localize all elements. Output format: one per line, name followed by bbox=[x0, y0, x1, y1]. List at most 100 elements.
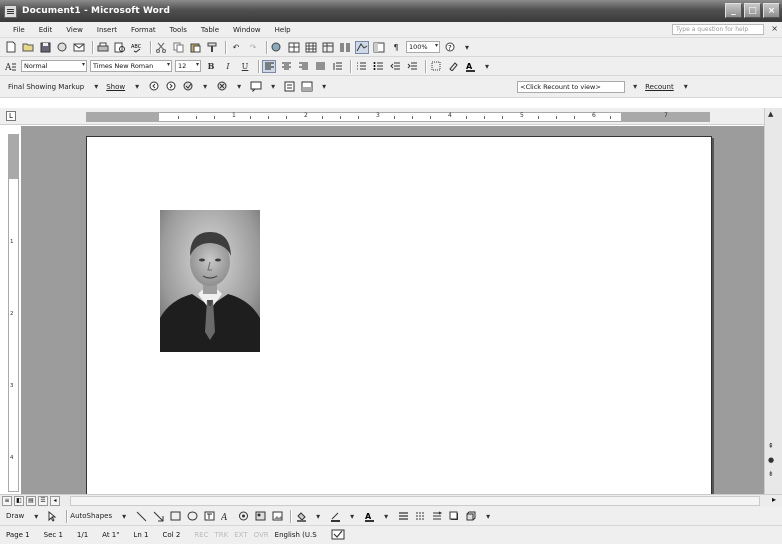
insert-excel-icon[interactable] bbox=[321, 41, 335, 54]
insert-comment-icon[interactable] bbox=[249, 80, 263, 93]
underline-icon[interactable]: U bbox=[238, 60, 252, 73]
autoshapes-menu[interactable]: AutoShapes bbox=[70, 512, 112, 520]
toolbar-options-icon[interactable]: ▾ bbox=[317, 80, 331, 93]
permission-icon[interactable] bbox=[55, 41, 69, 54]
document-page[interactable] bbox=[86, 136, 712, 494]
email-icon[interactable] bbox=[72, 41, 86, 54]
save-icon[interactable] bbox=[38, 41, 52, 54]
chevron-down-icon[interactable]: ▾ bbox=[345, 510, 359, 523]
status-language[interactable]: English (U.S bbox=[275, 531, 317, 539]
recount-button[interactable]: Recount bbox=[645, 83, 674, 91]
dash-style-icon[interactable] bbox=[413, 510, 427, 523]
format-painter-icon[interactable] bbox=[205, 41, 219, 54]
menu-window[interactable]: Window bbox=[226, 26, 268, 34]
open-folder-icon[interactable] bbox=[21, 41, 35, 54]
maximize-button[interactable]: □ bbox=[744, 3, 761, 18]
justify-icon[interactable] bbox=[313, 60, 327, 73]
font-color-icon[interactable]: A bbox=[362, 510, 376, 523]
menu-edit[interactable]: Edit bbox=[32, 26, 60, 34]
line-spacing-icon[interactable] bbox=[330, 60, 344, 73]
menu-table[interactable]: Table bbox=[194, 26, 226, 34]
text-box-icon[interactable] bbox=[202, 510, 216, 523]
menu-view[interactable]: View bbox=[59, 26, 90, 34]
cut-icon[interactable] bbox=[154, 41, 168, 54]
insert-table-icon[interactable] bbox=[304, 41, 318, 54]
select-browse-object-icon[interactable]: ● bbox=[768, 456, 774, 464]
status-rec[interactable]: REC bbox=[194, 531, 208, 539]
print-layout-view-icon[interactable]: ▤ bbox=[26, 496, 36, 506]
hyperlink-icon[interactable] bbox=[270, 41, 284, 54]
diagram-icon[interactable] bbox=[236, 510, 250, 523]
line-style-icon[interactable] bbox=[396, 510, 410, 523]
help-icon[interactable]: ? bbox=[443, 41, 457, 54]
close-document-icon[interactable]: × bbox=[771, 24, 778, 33]
bold-icon[interactable]: B bbox=[204, 60, 218, 73]
chevron-down-icon[interactable]: ▾ bbox=[311, 510, 325, 523]
align-left-icon[interactable] bbox=[262, 59, 276, 73]
fill-color-icon[interactable] bbox=[294, 510, 308, 523]
spelling-icon[interactable]: ABC bbox=[130, 41, 144, 54]
decrease-indent-icon[interactable] bbox=[388, 60, 402, 73]
italic-icon[interactable]: I bbox=[221, 60, 235, 73]
align-right-icon[interactable] bbox=[296, 60, 310, 73]
redo-icon[interactable]: ↷ bbox=[246, 41, 260, 54]
rectangle-icon[interactable] bbox=[168, 510, 182, 523]
wordart-icon[interactable]: A bbox=[219, 510, 233, 523]
shadow-style-icon[interactable] bbox=[447, 510, 461, 523]
chevron-down-icon[interactable]: ▾ bbox=[628, 80, 642, 93]
menu-insert[interactable]: Insert bbox=[90, 26, 124, 34]
portrait-photo[interactable] bbox=[160, 210, 260, 352]
accept-change-icon[interactable] bbox=[181, 80, 195, 93]
zoom-select[interactable]: 100% ▾ bbox=[406, 41, 440, 53]
vertical-ruler[interactable]: 1 2 3 4 bbox=[8, 134, 19, 492]
show-hide-icon[interactable]: ¶ bbox=[389, 41, 403, 54]
tables-borders-icon[interactable] bbox=[287, 41, 301, 54]
previous-page-icon[interactable]: ⇞ bbox=[768, 442, 774, 450]
toolbar-options-icon[interactable]: ▾ bbox=[481, 510, 495, 523]
font-size-select[interactable]: 12 ▾ bbox=[175, 60, 201, 72]
print-icon[interactable] bbox=[96, 41, 110, 54]
print-preview-icon[interactable] bbox=[113, 41, 127, 54]
chevron-down-icon[interactable]: ▾ bbox=[29, 510, 43, 523]
recount-field[interactable]: <Click Recount to view> bbox=[517, 80, 626, 93]
menu-file[interactable]: File bbox=[6, 26, 32, 34]
drawing-icon[interactable] bbox=[355, 40, 369, 54]
scroll-left-icon[interactable]: ◂ bbox=[50, 496, 60, 506]
scroll-up-icon[interactable]: ▲ bbox=[768, 110, 773, 118]
chevron-down-icon[interactable]: ▾ bbox=[232, 80, 246, 93]
highlight-icon[interactable] bbox=[446, 60, 460, 73]
style-select[interactable]: Normal ▾ bbox=[21, 60, 87, 72]
3d-style-icon[interactable] bbox=[464, 510, 478, 523]
close-button[interactable]: × bbox=[763, 3, 780, 18]
vertical-scrollbar[interactable]: ▲ ⇞ ● ⇟ bbox=[764, 108, 782, 494]
borders-icon[interactable] bbox=[429, 60, 443, 73]
new-document-icon[interactable] bbox=[4, 41, 18, 54]
word-document-icon[interactable] bbox=[4, 4, 17, 18]
increase-indent-icon[interactable] bbox=[405, 60, 419, 73]
select-objects-icon[interactable] bbox=[46, 510, 60, 523]
horizontal-scrollbar[interactable] bbox=[70, 496, 760, 506]
menu-format[interactable]: Format bbox=[124, 26, 163, 34]
next-change-icon[interactable] bbox=[164, 80, 178, 93]
line-icon[interactable] bbox=[134, 510, 148, 523]
bullets-icon[interactable] bbox=[371, 60, 385, 73]
status-ext[interactable]: EXT bbox=[234, 531, 247, 539]
spelling-status-icon[interactable] bbox=[331, 529, 345, 542]
arrow-style-icon[interactable] bbox=[430, 510, 444, 523]
toolbar-options-icon[interactable]: ▾ bbox=[679, 80, 693, 93]
status-ovr[interactable]: OVR bbox=[254, 531, 269, 539]
chevron-down-icon[interactable]: ▾ bbox=[130, 80, 144, 93]
status-trk[interactable]: TRK bbox=[214, 531, 228, 539]
insert-picture-icon[interactable] bbox=[270, 510, 284, 523]
chevron-down-icon[interactable]: ▾ bbox=[198, 80, 212, 93]
scroll-right-icon[interactable]: ▸ bbox=[772, 495, 776, 504]
chevron-down-icon[interactable]: ▾ bbox=[266, 80, 280, 93]
tab-selector[interactable]: L bbox=[6, 111, 16, 121]
next-page-icon[interactable]: ⇟ bbox=[768, 470, 774, 478]
chevron-down-icon[interactable]: ▾ bbox=[379, 510, 393, 523]
paste-icon[interactable] bbox=[188, 41, 202, 54]
show-menu[interactable]: Show bbox=[106, 83, 125, 91]
draw-menu[interactable]: Draw bbox=[6, 512, 24, 520]
line-color-icon[interactable] bbox=[328, 510, 342, 523]
styles-formatting-icon[interactable]: A bbox=[4, 60, 18, 73]
